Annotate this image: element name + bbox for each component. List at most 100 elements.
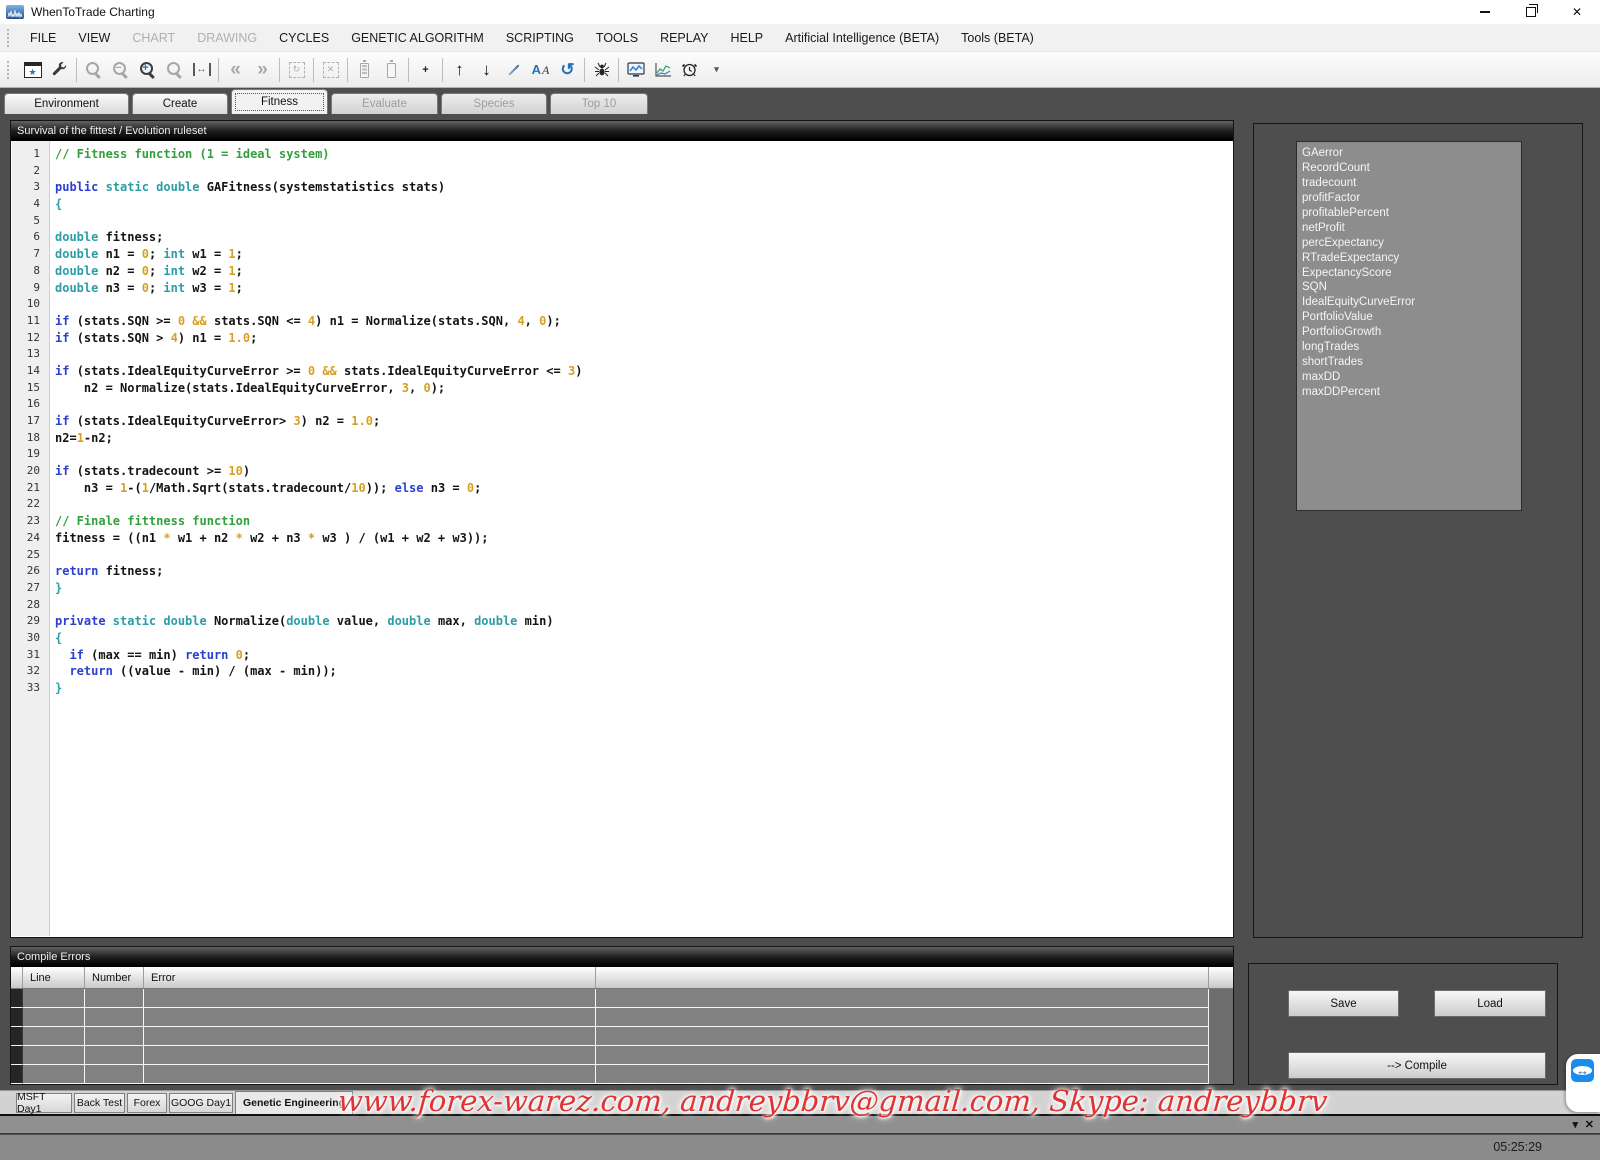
font-icon[interactable]: AA (527, 56, 554, 84)
variable-item-profitablepercent[interactable]: profitablePercent (1302, 206, 1521, 221)
alarm-clock-icon[interactable] (676, 56, 703, 84)
zoom-out-icon: − (107, 56, 134, 84)
line-number: 17 (12, 413, 49, 430)
menu-item-scripting[interactable]: SCRIPTING (495, 24, 585, 52)
error-cell (144, 989, 596, 1008)
error-table-row (11, 1065, 1233, 1084)
line-number: 3 (12, 179, 49, 196)
variable-item-maxdd[interactable]: maxDD (1302, 370, 1521, 385)
menu-item-help[interactable]: HELP (719, 24, 774, 52)
tab-fitness[interactable]: Fitness (231, 89, 328, 114)
chart-tab-genetic-engineering[interactable]: Genetic Engineering (235, 1091, 353, 1115)
fit-width-icon[interactable]: ↔ (188, 56, 215, 84)
toolbar-separator (218, 58, 219, 82)
load-button[interactable]: Load (1434, 990, 1546, 1017)
close-button[interactable]: ✕ (1554, 0, 1600, 24)
chart-tab-back-test[interactable]: Back Test (74, 1093, 125, 1113)
menu-item-file[interactable]: FILE (19, 24, 67, 52)
status-clock: 05:25:29 (1493, 1140, 1542, 1154)
compile-errors-header: Compile Errors (11, 947, 1233, 967)
menu-item-view[interactable]: VIEW (67, 24, 121, 52)
variable-item-tradecount[interactable]: tradecount (1302, 176, 1521, 191)
teamviewer-icon[interactable]: ↔ (1571, 1059, 1594, 1082)
toolbar-overflow-icon[interactable]: ▾ (703, 56, 730, 84)
error-cell (596, 1008, 1209, 1027)
line-tool-icon[interactable] (500, 56, 527, 84)
selection-recycle-icon[interactable]: ↻ (283, 56, 310, 84)
selection-delete-icon[interactable]: ✕ (317, 56, 344, 84)
battery-empty-icon[interactable] (378, 56, 405, 84)
line-number: 26 (12, 563, 49, 580)
arrow-down-icon[interactable]: ↓ (473, 56, 500, 84)
statistics-variable-list[interactable]: GAerrorRecordCounttradecountprofitFactor… (1296, 141, 1522, 511)
variable-item-percexpectancy[interactable]: percExpectancy (1302, 236, 1521, 251)
line-number: 28 (12, 597, 49, 614)
fast-forward-icon[interactable]: » (249, 56, 276, 84)
variable-item-profitfactor[interactable]: profitFactor (1302, 191, 1521, 206)
menu-item-genetic-algorithm[interactable]: GENETIC ALGORITHM (340, 24, 495, 52)
code-line (55, 296, 582, 313)
chart-tab-forex[interactable]: Forex (127, 1093, 167, 1113)
column-header-number[interactable]: Number (85, 967, 144, 988)
column-header-error[interactable]: Error (144, 967, 596, 988)
close-strip-button[interactable]: ✕ (1585, 1118, 1594, 1131)
line-number: 18 (12, 430, 49, 447)
zoom-in-icon[interactable]: + (134, 56, 161, 84)
arrow-up-icon[interactable]: ↑ (446, 56, 473, 84)
code-line: double n3 = 0; int w3 = 1; (55, 280, 582, 297)
toolbar-separator (76, 58, 77, 82)
variable-item-longtrades[interactable]: longTrades (1302, 340, 1521, 355)
history-icon[interactable]: ↺ (554, 56, 581, 84)
variable-item-netprofit[interactable]: netProfit (1302, 221, 1521, 236)
toolbar-grip-handle[interactable] (7, 61, 12, 79)
tab-environment[interactable]: Environment (4, 93, 129, 114)
error-cell (144, 1065, 596, 1084)
spider-icon[interactable] (588, 56, 615, 84)
variable-item-rtradeexpectancy[interactable]: RTradeExpectancy (1302, 251, 1521, 266)
menu-item-tools[interactable]: TOOLS (585, 24, 649, 52)
variable-item-sqn[interactable]: SQN (1302, 280, 1521, 295)
variable-item-portfoliovalue[interactable]: PortfolioValue (1302, 310, 1521, 325)
code-line: if (stats.SQN >= 0 && stats.SQN <= 4) n1… (55, 313, 582, 330)
menu-item-tools-beta[interactable]: Tools (BETA) (950, 24, 1045, 52)
menu-item-cycles[interactable]: CYCLES (268, 24, 340, 52)
toolbar-separator (584, 58, 585, 82)
variable-item-gaerror[interactable]: GAerror (1302, 146, 1521, 161)
variable-item-expectancyscore[interactable]: ExpectancyScore (1302, 266, 1521, 281)
toolbar-separator (618, 58, 619, 82)
code-area[interactable]: // Fitness function (1 = ideal system) p… (50, 141, 582, 936)
menu-grip-handle[interactable] (7, 29, 12, 47)
menu-item-artificial-intelligence-beta[interactable]: Artificial Intelligence (BETA) (774, 24, 950, 52)
battery-full-icon[interactable] (351, 56, 378, 84)
code-line (55, 496, 582, 513)
chart-tab-goog-day1[interactable]: GOOG Day1 (169, 1093, 233, 1113)
rewind-icon[interactable]: « (222, 56, 249, 84)
settings-wrench-icon[interactable] (46, 56, 73, 84)
variable-item-portfoliogrowth[interactable]: PortfolioGrowth (1302, 325, 1521, 340)
error-table-row (11, 1008, 1233, 1027)
restore-button[interactable] (1508, 0, 1554, 24)
variable-item-shorttrades[interactable]: shortTrades (1302, 355, 1521, 370)
variable-item-recordcount[interactable]: RecordCount (1302, 161, 1521, 176)
add-icon[interactable]: + (412, 56, 439, 84)
column-header-line[interactable]: Line (23, 967, 85, 988)
tab-label: Environment (34, 98, 99, 110)
collapse-strip-button[interactable]: ▾ (1572, 1118, 1578, 1131)
error-cell (85, 1065, 144, 1084)
column-header-blank (11, 967, 23, 988)
code-line: double n1 = 0; int w1 = 1; (55, 246, 582, 263)
code-editor[interactable]: 1234567891011121314151617181920212223242… (12, 141, 1232, 936)
tab-create[interactable]: Create (132, 93, 228, 114)
chart-monitor-icon[interactable] (622, 56, 649, 84)
save-button[interactable]: Save (1288, 990, 1399, 1017)
menu-item-replay[interactable]: REPLAY (649, 24, 719, 52)
curve-chart-icon[interactable] (649, 56, 676, 84)
title-bar: WhenToTrade Charting ✕ (0, 0, 1600, 24)
variable-item-idealequitycurveerror[interactable]: IdealEquityCurveError (1302, 295, 1521, 310)
chart-tab-msft-day1[interactable]: MSFT Day1 (16, 1093, 72, 1113)
variable-item-maxddpercent[interactable]: maxDDPercent (1302, 385, 1521, 400)
code-line: public static double GAFitness(systemsta… (55, 179, 582, 196)
new-chart-window-icon[interactable]: ★ (19, 56, 46, 84)
minimize-button[interactable] (1462, 0, 1508, 24)
compile-button[interactable]: --> Compile (1288, 1052, 1546, 1079)
